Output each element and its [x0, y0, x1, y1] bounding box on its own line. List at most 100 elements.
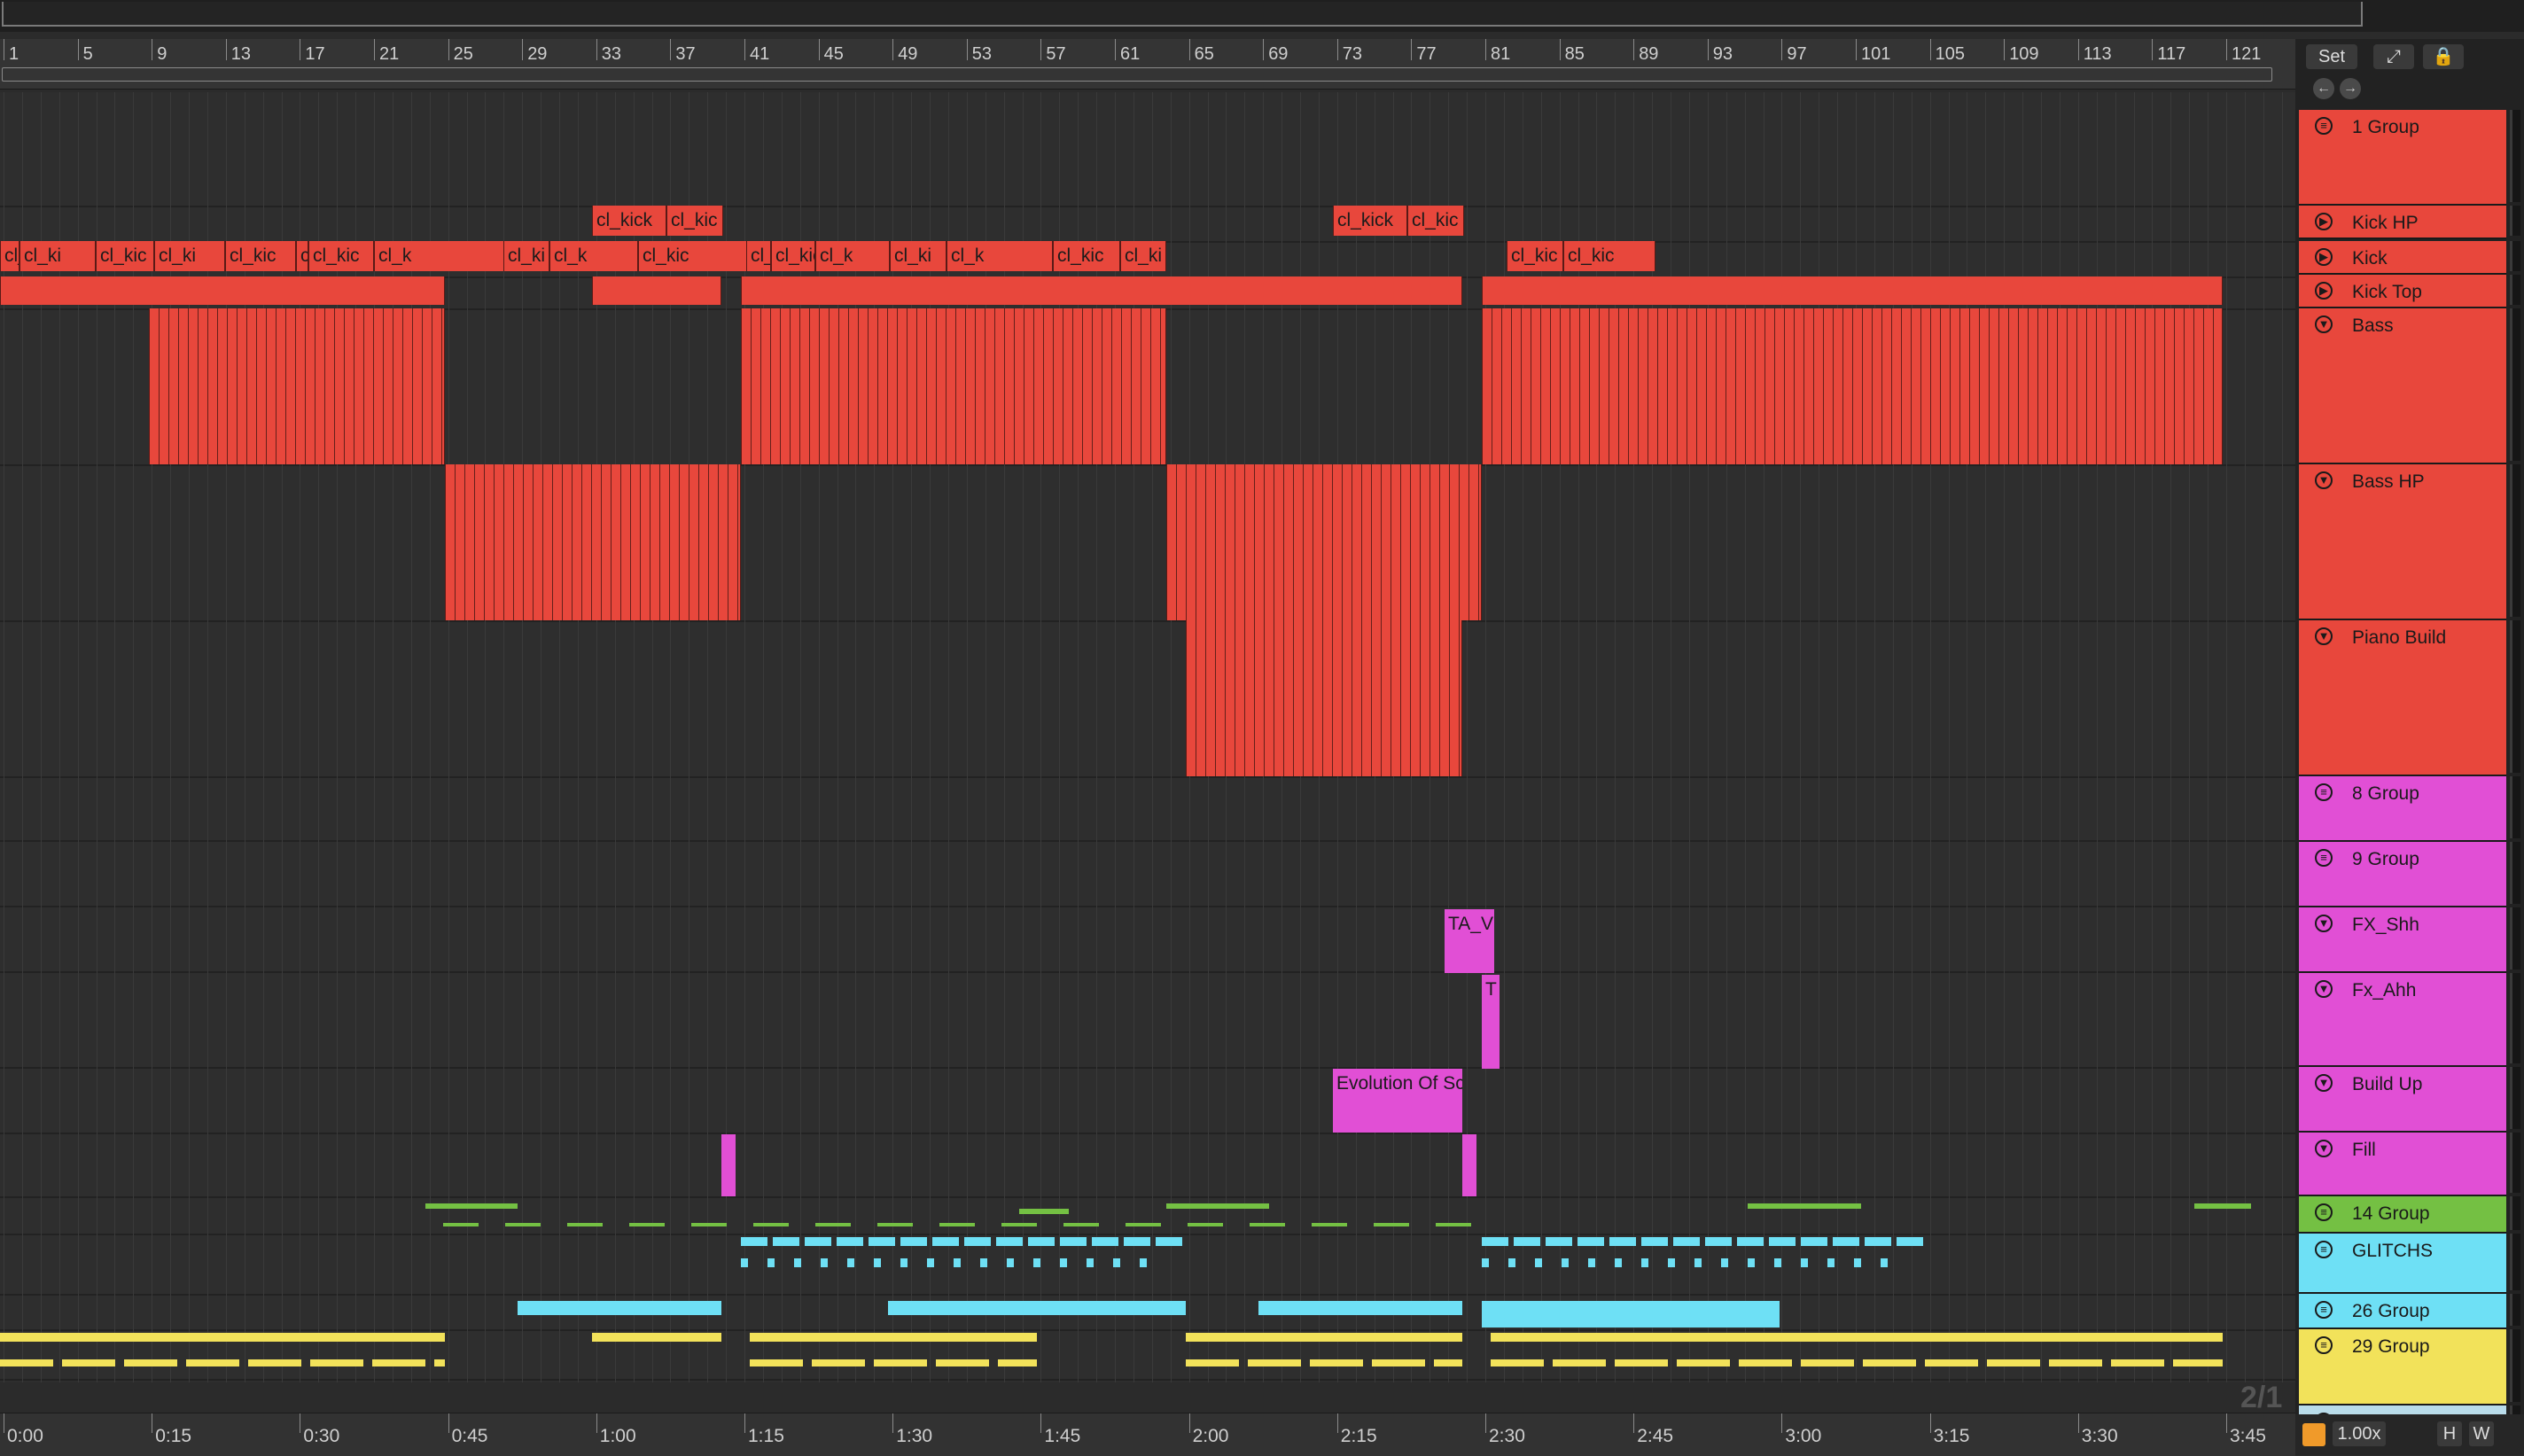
track-header[interactable]: ≡ 1 Group	[2299, 110, 2506, 206]
clip[interactable]: cl_kick	[1333, 206, 1407, 236]
clip[interactable]: cl_ki	[19, 241, 96, 271]
track-lane[interactable]	[0, 1133, 2295, 1198]
clip[interactable]	[0, 1333, 445, 1342]
zoom-value[interactable]: 1.00x	[2333, 1421, 2386, 1446]
lock-icon[interactable]: 🔒	[2423, 44, 2464, 69]
clip[interactable]: cl_k	[946, 241, 1053, 271]
clip[interactable]	[425, 1203, 518, 1209]
clip[interactable]	[1186, 1333, 1462, 1342]
track-header[interactable]: ≡ 14 Group	[2299, 1196, 2506, 1234]
clip[interactable]	[1166, 1203, 1269, 1209]
clip[interactable]	[741, 1258, 1166, 1267]
track-header[interactable]: ▼ Bass	[2299, 308, 2506, 464]
clip[interactable]: cl_kick	[592, 206, 666, 236]
clip[interactable]	[741, 308, 1166, 464]
track-header[interactable]: ▶ Kick HP	[2299, 206, 2506, 239]
group-icon[interactable]: ≡	[2315, 1336, 2333, 1354]
track-lane[interactable]	[0, 906, 2295, 973]
clip[interactable]	[518, 1301, 721, 1315]
clip[interactable]	[1482, 308, 2223, 464]
play-icon[interactable]: ▶	[2315, 248, 2333, 266]
h-button[interactable]: H	[2437, 1421, 2462, 1446]
fold-down-icon[interactable]: ▼	[2315, 627, 2333, 645]
track-lane[interactable]	[0, 1067, 2295, 1134]
clip[interactable]	[1748, 1203, 1861, 1209]
track-lane[interactable]	[0, 1196, 2295, 1235]
track-header[interactable]: ▼ FX_Shh	[2299, 907, 2506, 973]
track-header[interactable]: ≡ 9 Group	[2299, 842, 2506, 907]
clip[interactable]: cl_kic	[225, 241, 296, 271]
clip[interactable]	[1482, 1258, 1907, 1267]
clip[interactable]	[741, 276, 1462, 305]
follow-icon[interactable]	[2302, 1423, 2325, 1446]
track-lane[interactable]	[0, 840, 2295, 907]
clip[interactable]: cl_kic	[96, 241, 154, 271]
clip[interactable]	[750, 1359, 1037, 1366]
track-lane[interactable]	[0, 620, 2295, 778]
clip[interactable]: cl_ki	[154, 241, 225, 271]
clip[interactable]	[0, 1359, 445, 1366]
clip[interactable]	[721, 1134, 736, 1196]
play-icon[interactable]: ▶	[2315, 282, 2333, 300]
clip[interactable]: cl_kic	[746, 241, 771, 271]
clip[interactable]	[1166, 464, 1482, 620]
clip[interactable]	[1019, 1209, 1069, 1214]
track-header[interactable]: ▼ Piano Build	[2299, 620, 2506, 776]
track-header[interactable]: ▶ Kick	[2299, 241, 2506, 275]
clip[interactable]: cl_kic	[308, 241, 374, 271]
time-ruler[interactable]: 0:00 0:15 0:30 0:45 1:00 1:15 1:30 1:45 2:00 2:15…	[0, 1413, 2295, 1456]
fold-down-icon[interactable]: ▼	[2315, 1074, 2333, 1092]
track-lane[interactable]	[0, 971, 2295, 1069]
beat-time-ruler[interactable]: 1 5 9 13 17 21 25 29 33 37 41 45 49 53 57 61 65 69 73 77 81 8…	[0, 39, 2295, 90]
arrangement-overview[interactable]	[0, 0, 2524, 32]
track-header[interactable]: ▼ Bass HP	[2299, 464, 2506, 620]
clip[interactable]: cl_ki	[890, 241, 946, 271]
clip[interactable]	[149, 308, 445, 464]
clip[interactable]	[1186, 1359, 1462, 1366]
clip[interactable]: cl_kic	[666, 206, 723, 236]
fold-down-icon[interactable]: ▼	[2315, 980, 2333, 998]
clip[interactable]	[1186, 620, 1462, 776]
track-header[interactable]: ≡ 29 Group	[2299, 1329, 2506, 1405]
clip[interactable]: T	[1482, 975, 1500, 1069]
group-icon[interactable]: ≡	[2315, 1203, 2333, 1221]
expand-arrows-icon[interactable]: ⤢	[2373, 44, 2414, 69]
clip[interactable]: cl_k	[815, 241, 890, 271]
track-header[interactable]: ≡ GLITCHS	[2299, 1234, 2506, 1294]
play-icon[interactable]: ▶	[2315, 213, 2333, 230]
clip[interactable]	[1491, 1359, 2223, 1366]
clip[interactable]: cl_kic	[1563, 241, 1655, 271]
clip[interactable]: cl_kic	[771, 241, 815, 271]
group-icon[interactable]: ≡	[2315, 783, 2333, 801]
clip[interactable]: cl_ki	[503, 241, 549, 271]
loop-brace[interactable]	[2, 67, 2272, 82]
clip[interactable]: cl_ki	[1120, 241, 1166, 271]
arrow-left-icon[interactable]: ←	[2313, 78, 2334, 99]
clip[interactable]: cl_kic	[638, 241, 748, 271]
track-header[interactable]: ▼ Fill	[2299, 1133, 2506, 1196]
track-lane[interactable]	[0, 464, 2295, 622]
clip[interactable]	[0, 276, 445, 305]
clip[interactable]	[445, 464, 741, 620]
overview-viewport[interactable]	[2, 2, 2363, 27]
clip[interactable]: cl_kic	[1507, 241, 1563, 271]
clip[interactable]	[1482, 1237, 1925, 1246]
clip[interactable]: Evolution Of Sc	[1333, 1069, 1462, 1133]
track-header[interactable]: ≡ 8 Group	[2299, 776, 2506, 842]
clip[interactable]	[1482, 1301, 1780, 1328]
set-button[interactable]: Set	[2306, 44, 2357, 69]
group-icon[interactable]: ≡	[2315, 1241, 2333, 1258]
clip[interactable]	[741, 1237, 1184, 1246]
clip[interactable]	[592, 276, 721, 305]
clip[interactable]	[443, 1223, 1480, 1226]
track-header[interactable]: ≡ 26 Group	[2299, 1294, 2506, 1329]
clip[interactable]	[592, 1333, 721, 1342]
track-header[interactable]: ▼ Fx_Ahh	[2299, 973, 2506, 1067]
w-button[interactable]: W	[2469, 1421, 2494, 1446]
clip[interactable]: TA_V	[1445, 909, 1494, 973]
track-lane[interactable]	[0, 206, 2295, 243]
arrangement-tracks[interactable]: cl_kick cl_kic cl_kick cl_kic cl_kic cl_k…	[0, 92, 2295, 1382]
clip[interactable]	[1462, 1134, 1476, 1196]
clip[interactable]: cl_kic	[0, 241, 19, 271]
fold-down-icon[interactable]: ▼	[2315, 1140, 2333, 1157]
